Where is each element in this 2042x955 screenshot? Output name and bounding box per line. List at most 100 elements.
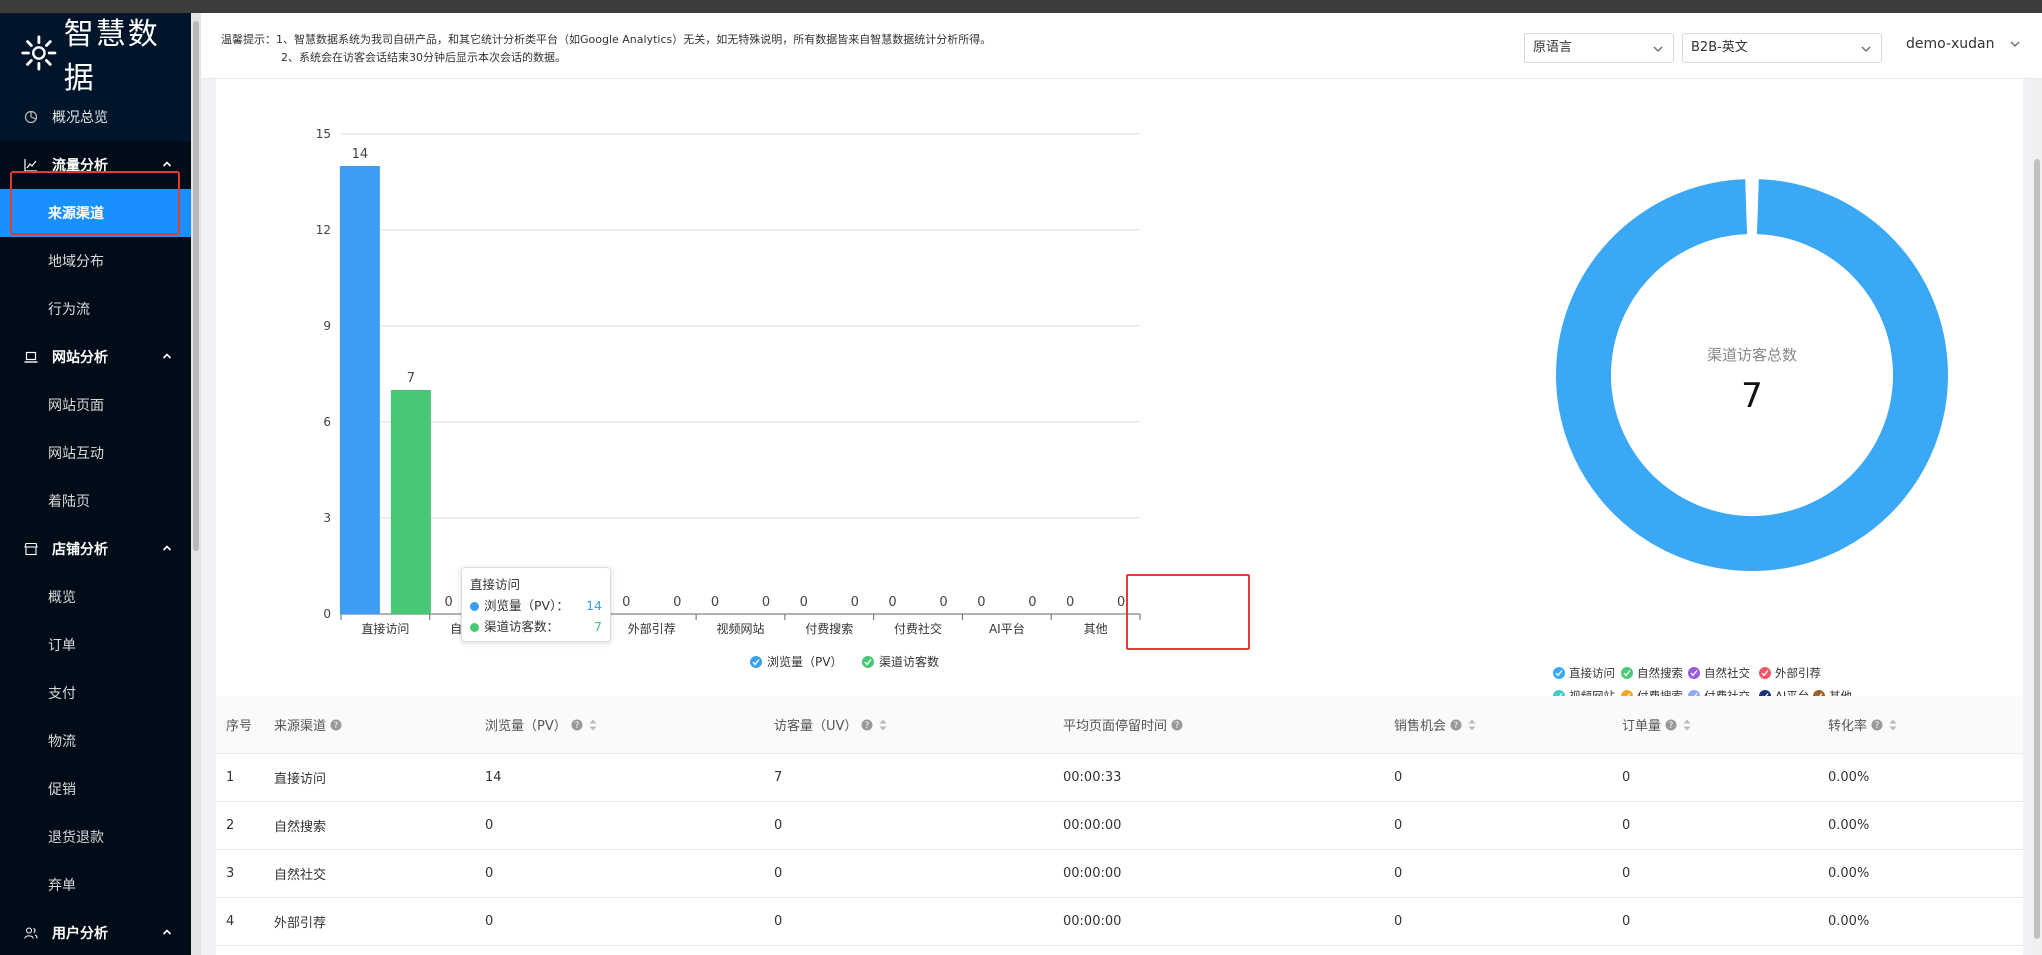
- svg-text:?: ?: [334, 721, 339, 731]
- legend-label: 浏览量（PV）: [767, 654, 842, 669]
- sidebar-item-2-4[interactable]: 促销: [0, 765, 191, 813]
- data-label: 0: [851, 595, 859, 610]
- x-tick-label: 外部引荐: [628, 621, 676, 636]
- legend-marker: [862, 656, 874, 668]
- chevron-up-icon: [161, 926, 173, 938]
- column-header[interactable]: 转化率?: [1828, 696, 1897, 753]
- sidebar-item-2-5[interactable]: 退货退款: [0, 813, 191, 861]
- sidebar-item-label: 退货退款: [48, 830, 104, 846]
- table-cell: 自然搜索: [274, 820, 327, 835]
- column-header[interactable]: 访客量（UV）?: [774, 696, 887, 753]
- table-cell: 0: [774, 818, 783, 833]
- sidebar-item-1-0[interactable]: 网站页面: [0, 381, 191, 429]
- x-tick-label: AI平台: [989, 621, 1025, 636]
- table-cell: 0: [774, 914, 783, 929]
- legend-label: 渠道访客数: [879, 654, 939, 669]
- header: 温馨提示：1、智慧数据系统为我司自研产品，和其它统计分析类平台（如Google …: [201, 13, 2042, 79]
- data-label: 0: [673, 595, 681, 610]
- help-icon[interactable]: ?: [1171, 719, 1183, 731]
- help-icon[interactable]: ?: [330, 719, 342, 731]
- series-dot: [470, 602, 479, 611]
- column-header-label: 访客量（UV）: [774, 719, 858, 734]
- sidebar-item-label: 概况总览: [52, 110, 108, 126]
- sidebar-item-2-6[interactable]: 弃单: [0, 861, 191, 909]
- sidebar-item-overview[interactable]: 概况总览: [0, 93, 191, 141]
- sidebar-item-1-2[interactable]: 着陆页: [0, 477, 191, 525]
- table-row[interactable]: 2 自然搜索 0 0 00:00:00 0 0 0.00%: [216, 802, 2023, 850]
- data-label: 14: [352, 147, 369, 162]
- notice-line-1: 温馨提示：1、智慧数据系统为我司自研产品，和其它统计分析类平台（如Google …: [221, 33, 992, 46]
- table-cell: 4: [226, 914, 235, 929]
- chevron-down-icon: [1653, 46, 1663, 52]
- ai-platform-highlight-box: [1126, 574, 1250, 650]
- help-icon[interactable]: ?: [1665, 719, 1677, 731]
- table-cell: 3: [226, 866, 235, 881]
- table-cell: 0: [1394, 866, 1403, 881]
- tooltip-title: 直接访问: [470, 577, 521, 592]
- sidebar-item-label: 行为流: [48, 302, 90, 318]
- table-cell: 0: [1622, 770, 1631, 785]
- sidebar-group-2[interactable]: 店铺分析: [0, 525, 191, 573]
- main-scrollbar[interactable]: [2032, 79, 2042, 955]
- sidebar-item-0-1[interactable]: 地域分布: [0, 237, 191, 285]
- sidebar-scrollbar-thumb[interactable]: [193, 21, 199, 551]
- sidebar-item-2-2[interactable]: 支付: [0, 669, 191, 717]
- chevron-up-icon: [161, 158, 173, 170]
- table-row[interactable]: 4 外部引荐 0 0 00:00:00 0 0 0.00%: [216, 898, 2023, 946]
- sidebar: 智慧数据 概况总览 流量分析 来源渠道 地域分布 行为流 网站分析 网站页面 网站互动 着陆页店…: [0, 13, 191, 955]
- legend-marker: [1688, 667, 1700, 679]
- sidebar-item-label: 着陆页: [48, 494, 90, 510]
- help-icon[interactable]: ?: [861, 719, 873, 731]
- sidebar-group-label: 用户分析: [52, 926, 108, 942]
- legend-marker: [1759, 667, 1771, 679]
- sidebar-item-label: 弃单: [48, 878, 76, 894]
- series-dot: [470, 623, 479, 632]
- column-header[interactable]: 浏览量（PV）?: [485, 696, 597, 753]
- column-header-label: 转化率: [1828, 719, 1868, 734]
- user-menu[interactable]: demo-xudan: [1906, 36, 2021, 52]
- y-tick-label: 3: [323, 511, 331, 525]
- table-header: 序号 来源渠道? 浏览量（PV）? 访客量（UV）? 平均页面停留时间? 销售机会? 订单量…: [216, 696, 2023, 754]
- sidebar-item-0-2[interactable]: 行为流: [0, 285, 191, 333]
- shop-icon: [24, 542, 38, 556]
- sidebar-item-2-3[interactable]: 物流: [0, 717, 191, 765]
- sidebar-scrollbar[interactable]: [191, 13, 201, 955]
- sidebar-group-label: 店铺分析: [52, 542, 108, 558]
- logo[interactable]: 智慧数据: [0, 13, 191, 96]
- column-header: 序号: [226, 696, 252, 753]
- donut-title: 渠道访客总数: [1707, 346, 1797, 364]
- column-header[interactable]: 销售机会?: [1394, 696, 1476, 753]
- help-icon[interactable]: ?: [1450, 719, 1462, 731]
- data-label: 0: [445, 595, 453, 610]
- sort-icon[interactable]: [879, 719, 887, 731]
- table-cell: 0: [1394, 818, 1403, 833]
- table-row[interactable]: 3 自然社交 0 0 00:00:00 0 0 0.00%: [216, 850, 2023, 898]
- table-row[interactable]: 1 直接访问 14 7 00:00:33 0 0 0.00%: [216, 754, 2023, 802]
- language-select[interactable]: 原语言: [1524, 33, 1674, 63]
- sidebar-group-1[interactable]: 网站分析: [0, 333, 191, 381]
- legend-marker: [1553, 667, 1565, 679]
- sidebar-item-label: 促销: [48, 782, 76, 798]
- sort-icon[interactable]: [1683, 719, 1691, 731]
- sidebar-item-2-1[interactable]: 订单: [0, 621, 191, 669]
- chevron-down-icon: [2010, 41, 2020, 47]
- main-scrollbar-thumb[interactable]: [2034, 159, 2040, 939]
- user-group-icon: [24, 926, 38, 940]
- sun-icon: [21, 35, 57, 71]
- help-icon[interactable]: ?: [1871, 719, 1883, 731]
- browser-top-strip: [0, 0, 2042, 13]
- sort-icon[interactable]: [1889, 719, 1897, 731]
- sort-icon[interactable]: [589, 719, 597, 731]
- channel-table: 序号 来源渠道? 浏览量（PV）? 访客量（UV）? 平均页面停留时间? 销售机会? 订单量…: [216, 696, 2023, 946]
- sidebar-item-1-1[interactable]: 网站互动: [0, 429, 191, 477]
- sort-icon[interactable]: [1468, 719, 1476, 731]
- column-header[interactable]: 订单量?: [1622, 696, 1691, 753]
- help-icon[interactable]: ?: [571, 719, 583, 731]
- column-header-label: 来源渠道: [274, 719, 327, 734]
- sidebar-group-3[interactable]: 用户分析: [0, 909, 191, 955]
- table-cell: 0: [485, 914, 494, 929]
- data-label: 0: [622, 595, 630, 610]
- sidebar-item-2-0[interactable]: 概览: [0, 573, 191, 621]
- site-select[interactable]: B2B-英文: [1682, 33, 1882, 63]
- site-select-value: B2B-英文: [1691, 40, 1748, 55]
